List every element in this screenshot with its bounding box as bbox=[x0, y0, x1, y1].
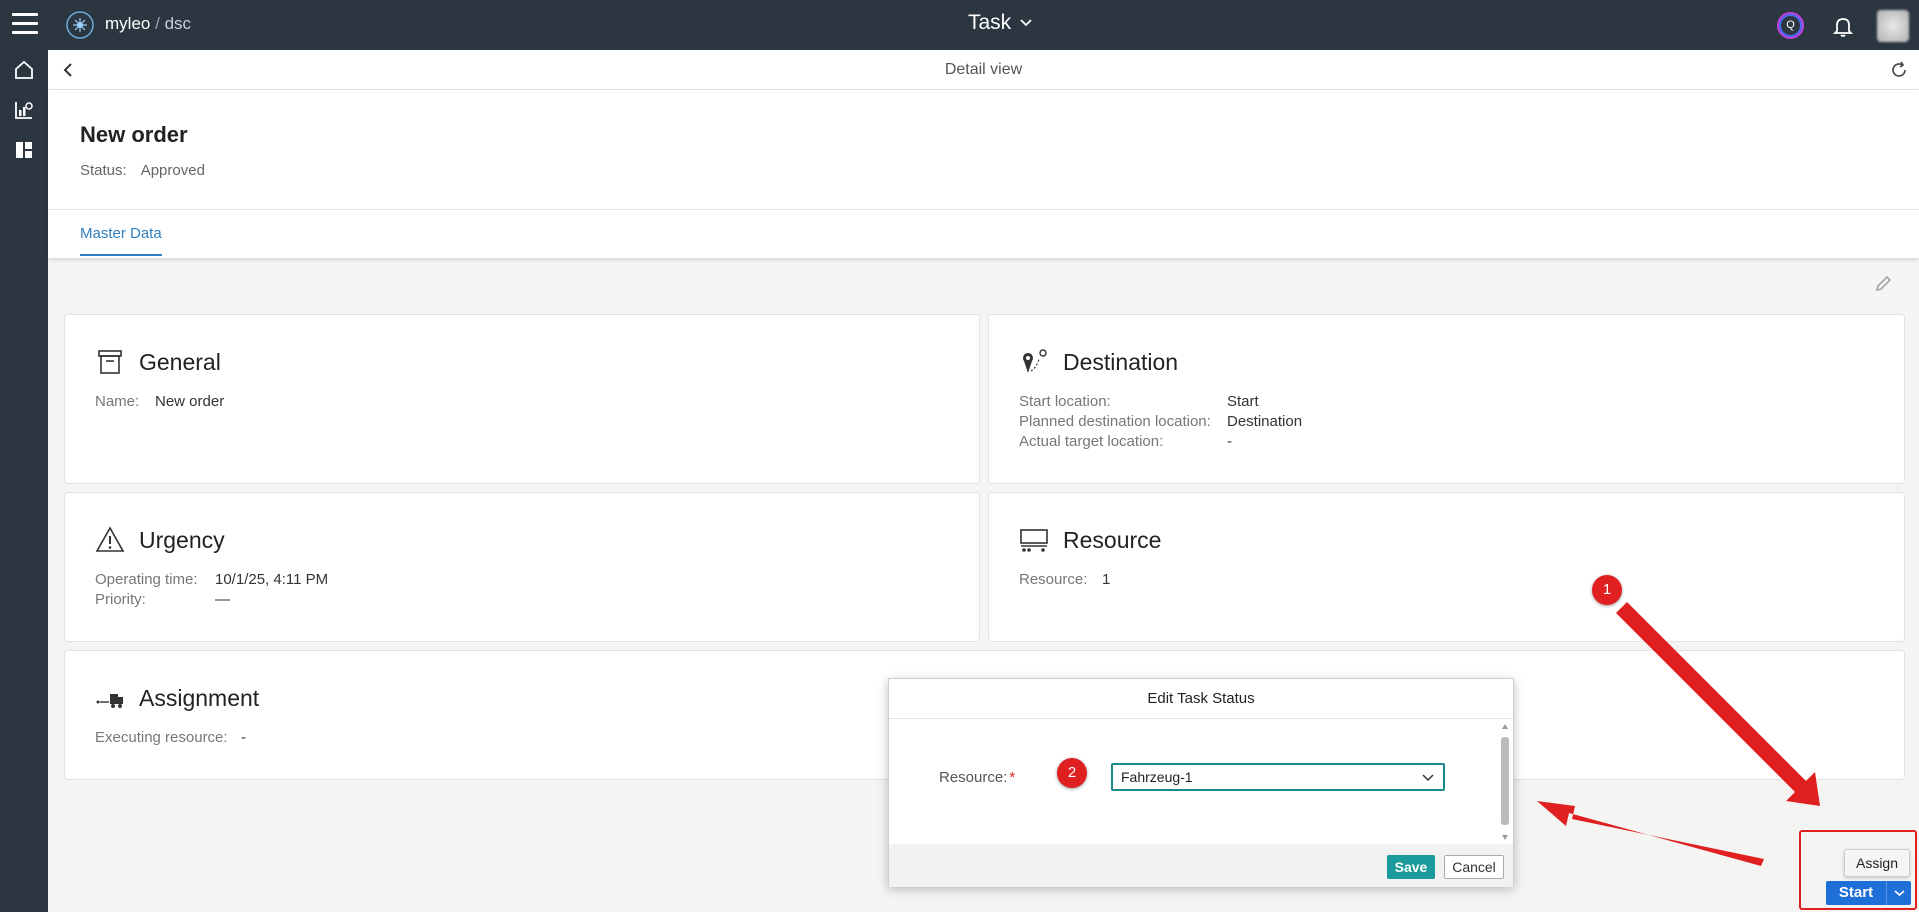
start-button[interactable]: Start bbox=[1826, 881, 1911, 905]
cancel-button[interactable]: Cancel bbox=[1444, 855, 1504, 879]
archive-box-icon bbox=[98, 350, 122, 374]
page-selector-dropdown[interactable]: Task bbox=[968, 11, 1033, 35]
resource-select-value: Fahrzeug-1 bbox=[1121, 769, 1193, 785]
warning-triangle-icon bbox=[95, 526, 125, 552]
resource-row: Resource: 1 bbox=[1019, 571, 1110, 588]
planned-destination-label: Planned destination location: bbox=[1019, 413, 1211, 430]
resource-label: Resource: bbox=[1019, 571, 1088, 588]
user-avatar[interactable] bbox=[1877, 10, 1909, 42]
destination-card: Destination Start location: Start Planned… bbox=[988, 314, 1905, 484]
priority-row: Priority: — bbox=[95, 591, 230, 608]
dashboard-icon bbox=[16, 142, 32, 158]
operating-time-row: Operating time: 10/1/25, 4:11 PM bbox=[95, 571, 328, 588]
name-label: Name: bbox=[95, 393, 140, 410]
sidebar-item-analytics[interactable] bbox=[0, 90, 48, 130]
chevron-down-icon bbox=[1422, 774, 1434, 782]
executing-resource-value: - bbox=[241, 729, 246, 746]
assign-menu-item[interactable]: Assign bbox=[1844, 849, 1910, 877]
start-button-label: Start bbox=[1838, 884, 1874, 901]
resource-field-label: Resource: * bbox=[939, 769, 1015, 786]
detail-view-title: Detail view bbox=[944, 61, 1023, 78]
resource-field-label-text: Resource: bbox=[939, 769, 1008, 786]
tab-master-data[interactable]: Master Data bbox=[80, 225, 162, 256]
urgency-card: Urgency Operating time: 10/1/25, 4:11 PM … bbox=[64, 492, 980, 642]
chevron-down-icon bbox=[1020, 19, 1032, 27]
route-pin-icon bbox=[1023, 349, 1047, 373]
dialog-title: Edit Task Status bbox=[889, 679, 1513, 719]
home-icon bbox=[15, 60, 33, 79]
start-location-label: Start location: bbox=[1019, 393, 1111, 410]
annotation-marker-1: 1 bbox=[1592, 575, 1622, 605]
resource-value: 1 bbox=[1102, 571, 1111, 588]
resource-select[interactable]: Fahrzeug-1 bbox=[1111, 763, 1445, 791]
general-name-row: Name: New order bbox=[95, 393, 224, 410]
priority-value: — bbox=[215, 591, 230, 608]
chart-settings-icon bbox=[15, 102, 33, 119]
priority-label: Priority: bbox=[95, 591, 146, 608]
start-dropdown-toggle[interactable] bbox=[1886, 881, 1911, 905]
operating-time-value: 10/1/25, 4:11 PM bbox=[215, 571, 329, 588]
bell-icon[interactable] bbox=[1830, 13, 1856, 39]
actual-target-row: Actual target location: - bbox=[1019, 433, 1232, 450]
truck-assign-icon bbox=[96, 694, 123, 708]
scroll-up-icon[interactable] bbox=[1501, 723, 1509, 731]
operating-time-label: Operating time: bbox=[95, 571, 198, 588]
general-card: General Name: New order bbox=[64, 314, 980, 484]
vehicle-icon bbox=[1020, 529, 1048, 552]
chevron-down-icon bbox=[1894, 890, 1905, 897]
general-title: General bbox=[139, 348, 221, 375]
page-title: New order bbox=[80, 122, 188, 147]
scroll-down-icon[interactable] bbox=[1501, 833, 1509, 841]
assistant-avatar[interactable]: Q bbox=[1777, 12, 1804, 39]
brand-sub: dsc bbox=[164, 14, 192, 33]
brand-text: myleo bbox=[105, 14, 151, 33]
annotation-marker-2: 2 bbox=[1057, 758, 1087, 788]
dialog-scrollbar[interactable] bbox=[1501, 723, 1509, 841]
brand-separator: / bbox=[155, 14, 160, 33]
urgency-title: Urgency bbox=[139, 526, 225, 553]
save-button[interactable]: Save bbox=[1387, 855, 1435, 879]
menu-icon[interactable] bbox=[12, 13, 38, 35]
annotation-arrow-2 bbox=[1537, 801, 1764, 866]
scrollbar-thumb[interactable] bbox=[1501, 737, 1509, 825]
top-bar: myleo / dsc Task Q bbox=[0, 0, 1919, 50]
resource-title: Resource bbox=[1063, 526, 1162, 553]
actual-target-label: Actual target location: bbox=[1019, 433, 1164, 450]
destination-title: Destination bbox=[1063, 348, 1179, 375]
edit-task-status-dialog: Edit Task Status Resource: * Fahrzeug-1 S… bbox=[888, 678, 1514, 887]
executing-resource-row: Executing resource: - bbox=[95, 729, 246, 746]
status-value: Approved bbox=[140, 162, 205, 179]
assignment-title: Assignment bbox=[139, 684, 260, 711]
sidebar: ••• bbox=[0, 50, 48, 912]
page-selector-label: Task bbox=[968, 11, 1012, 34]
planned-destination-value: Destination bbox=[1227, 413, 1303, 430]
refresh-icon[interactable] bbox=[1889, 60, 1909, 80]
detail-header-bar: Detail view bbox=[48, 50, 1919, 90]
executing-resource-label: Executing resource: bbox=[95, 729, 228, 746]
edit-pencil-icon[interactable] bbox=[1873, 274, 1893, 294]
resource-card: Resource Resource: 1 bbox=[988, 492, 1905, 642]
order-header-card: New order Status: Approved Master Data bbox=[48, 90, 1919, 258]
sidebar-item-home[interactable] bbox=[0, 50, 48, 90]
header-divider bbox=[48, 209, 1919, 210]
brand-name[interactable]: myleo / dsc bbox=[105, 14, 191, 34]
status-label: Status: bbox=[80, 162, 127, 179]
name-value: New order bbox=[155, 393, 225, 410]
required-mark: * bbox=[1009, 769, 1016, 786]
actual-target-value: - bbox=[1227, 433, 1232, 450]
start-location-row: Start location: Start bbox=[1019, 393, 1259, 410]
dialog-footer: Save Cancel bbox=[889, 844, 1513, 887]
sidebar-item-dashboard[interactable] bbox=[0, 130, 48, 170]
planned-destination-row: Planned destination location: Destination bbox=[1019, 413, 1302, 430]
myleo-logo-icon bbox=[66, 11, 94, 39]
start-location-value: Start bbox=[1227, 393, 1259, 410]
status-row: Status: Approved bbox=[80, 162, 205, 179]
